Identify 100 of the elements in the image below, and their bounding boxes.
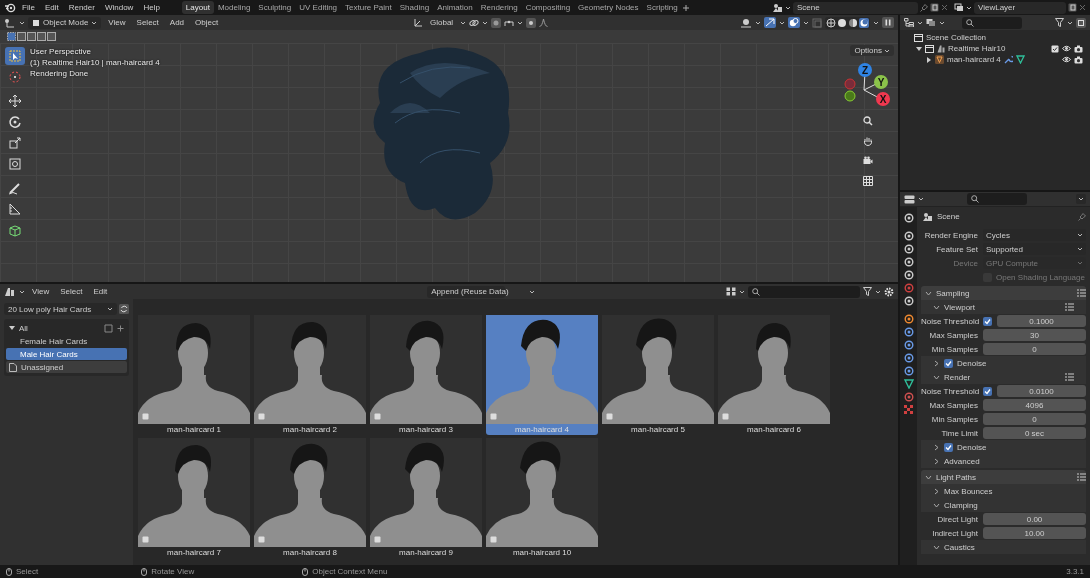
select-box-icon[interactable] xyxy=(7,48,23,64)
chevron-right-icon[interactable] xyxy=(933,487,940,495)
workspace-tab[interactable]: Rendering xyxy=(476,1,522,14)
number-field[interactable]: 0.0100 xyxy=(997,385,1086,397)
visibility-icon[interactable] xyxy=(740,17,752,28)
caret-icon[interactable] xyxy=(517,19,524,26)
gizmo-toggle-icon[interactable] xyxy=(764,17,776,28)
subpanel-header[interactable]: Advanced xyxy=(944,456,980,466)
overlay-toggle-icon[interactable] xyxy=(788,17,800,28)
menu-item[interactable]: Edit xyxy=(40,3,63,12)
subpanel-header[interactable]: Denoise xyxy=(957,358,987,368)
transform-icon[interactable] xyxy=(7,156,23,172)
workspace-tab[interactable]: Geometry Nodes xyxy=(574,1,643,14)
rotate-icon[interactable] xyxy=(7,114,23,130)
panel-header[interactable]: Sampling xyxy=(936,288,970,298)
pin-icon[interactable] xyxy=(1078,212,1086,221)
checkbox[interactable] xyxy=(944,358,953,368)
preset-list-icon[interactable] xyxy=(1065,303,1074,311)
caret-icon[interactable] xyxy=(875,288,881,295)
subpanel-header[interactable]: Viewport xyxy=(944,302,975,312)
caret-icon[interactable] xyxy=(884,47,890,54)
caret-icon[interactable] xyxy=(755,19,761,26)
zoom-icon[interactable] xyxy=(863,116,873,126)
catalog-item[interactable]: Female Hair Cards xyxy=(6,335,127,347)
workspace-tab[interactable]: Modeling xyxy=(213,1,255,14)
caret-icon[interactable] xyxy=(482,19,489,26)
select-extend-icon[interactable] xyxy=(17,32,26,41)
eye-icon[interactable] xyxy=(1062,56,1071,63)
proportional-edit-icon[interactable] xyxy=(526,17,537,28)
menu-item[interactable]: Help xyxy=(139,3,164,12)
move-icon[interactable] xyxy=(7,93,23,109)
caret-icon[interactable] xyxy=(107,306,113,312)
checkbox[interactable] xyxy=(983,316,992,326)
menu-item[interactable]: Window xyxy=(100,3,138,12)
caret-icon[interactable] xyxy=(966,4,972,11)
filter-icon[interactable] xyxy=(863,287,872,296)
outliner-item[interactable]: Realtime Hair10 xyxy=(948,44,1006,53)
catalog-item[interactable]: Male Hair Cards xyxy=(6,348,127,360)
chevron-down-icon[interactable] xyxy=(933,373,940,381)
subpanel-header[interactable]: Clamping xyxy=(944,500,978,510)
search-field[interactable] xyxy=(962,16,1022,29)
scene-icon[interactable] xyxy=(773,3,783,12)
number-field[interactable]: 0 xyxy=(983,343,1086,355)
copy-icon[interactable] xyxy=(930,3,939,12)
view-layer-field[interactable]: ViewLayer xyxy=(974,1,1066,14)
checkbox[interactable] xyxy=(944,442,953,452)
caret-icon[interactable] xyxy=(528,288,535,295)
number-field[interactable]: 0 xyxy=(983,413,1086,425)
triangle-right-icon[interactable] xyxy=(926,56,932,63)
number-field[interactable]: 0.00 xyxy=(983,513,1086,525)
scene-field[interactable]: Scene xyxy=(793,1,918,14)
display-filter-icon[interactable] xyxy=(926,18,936,27)
chevron-right-icon[interactable] xyxy=(933,359,940,367)
editor-type-icon[interactable] xyxy=(4,17,16,28)
workspace-tab[interactable]: Animation xyxy=(433,1,477,14)
mesh-data-icon[interactable] xyxy=(903,379,914,389)
caret-icon[interactable] xyxy=(460,19,467,26)
annotate-icon[interactable] xyxy=(7,180,23,196)
pause-icon[interactable] xyxy=(882,17,894,28)
menu-item[interactable]: Render xyxy=(64,3,99,12)
menu-item[interactable]: View xyxy=(104,18,130,27)
chevron-right-icon[interactable] xyxy=(933,443,940,451)
caret-icon[interactable] xyxy=(19,288,25,295)
workspace-tab[interactable]: Shading xyxy=(395,1,434,14)
outliner-item[interactable]: man-haircard 4 xyxy=(947,55,1001,64)
add-cube-icon[interactable] xyxy=(7,222,23,238)
select-new-icon[interactable] xyxy=(7,32,16,41)
options-caret-icon[interactable] xyxy=(1076,194,1086,204)
workspace-tab[interactable]: UV Editing xyxy=(295,1,342,14)
preset-list-icon[interactable] xyxy=(1065,373,1074,381)
snap-icon[interactable] xyxy=(491,17,502,28)
material-shading-icon[interactable] xyxy=(848,17,858,28)
search-field[interactable] xyxy=(967,193,1027,205)
caret-icon[interactable] xyxy=(939,19,945,26)
triangle-down-icon[interactable] xyxy=(916,45,922,52)
panel-header[interactable]: Light Paths xyxy=(936,472,977,482)
refresh-icon[interactable] xyxy=(119,304,129,314)
camera-icon[interactable] xyxy=(863,156,873,166)
chevron-right-icon[interactable] xyxy=(933,457,940,465)
workspace-tab[interactable]: Scripting xyxy=(642,1,682,14)
hand-icon[interactable] xyxy=(863,136,873,146)
triangle-down-icon[interactable] xyxy=(9,325,15,331)
display-mode-icon[interactable] xyxy=(726,287,736,296)
view-layer-icon[interactable] xyxy=(954,3,964,12)
dropdown[interactable]: Supported xyxy=(983,243,1086,255)
orientation-dropdown[interactable]: Global xyxy=(426,18,458,27)
caret-icon[interactable] xyxy=(917,19,923,26)
number-field[interactable]: 4096 xyxy=(983,399,1086,411)
preset-list-icon[interactable] xyxy=(1077,473,1086,481)
dropdown[interactable]: Cycles xyxy=(983,229,1086,241)
select-intersect-icon[interactable] xyxy=(47,32,56,41)
library-dropdown[interactable]: 20 Low poly Hair Cards xyxy=(4,303,117,315)
link-icon[interactable] xyxy=(469,18,480,27)
caret-icon[interactable] xyxy=(803,19,809,26)
plus-icon[interactable] xyxy=(117,324,124,332)
outliner-icon[interactable] xyxy=(904,18,914,27)
caret-icon[interactable] xyxy=(873,19,879,26)
workspace-tab[interactable]: Compositing xyxy=(521,1,575,14)
chevron-down-icon[interactable] xyxy=(925,473,932,481)
new-catalog-icon[interactable] xyxy=(104,323,113,333)
